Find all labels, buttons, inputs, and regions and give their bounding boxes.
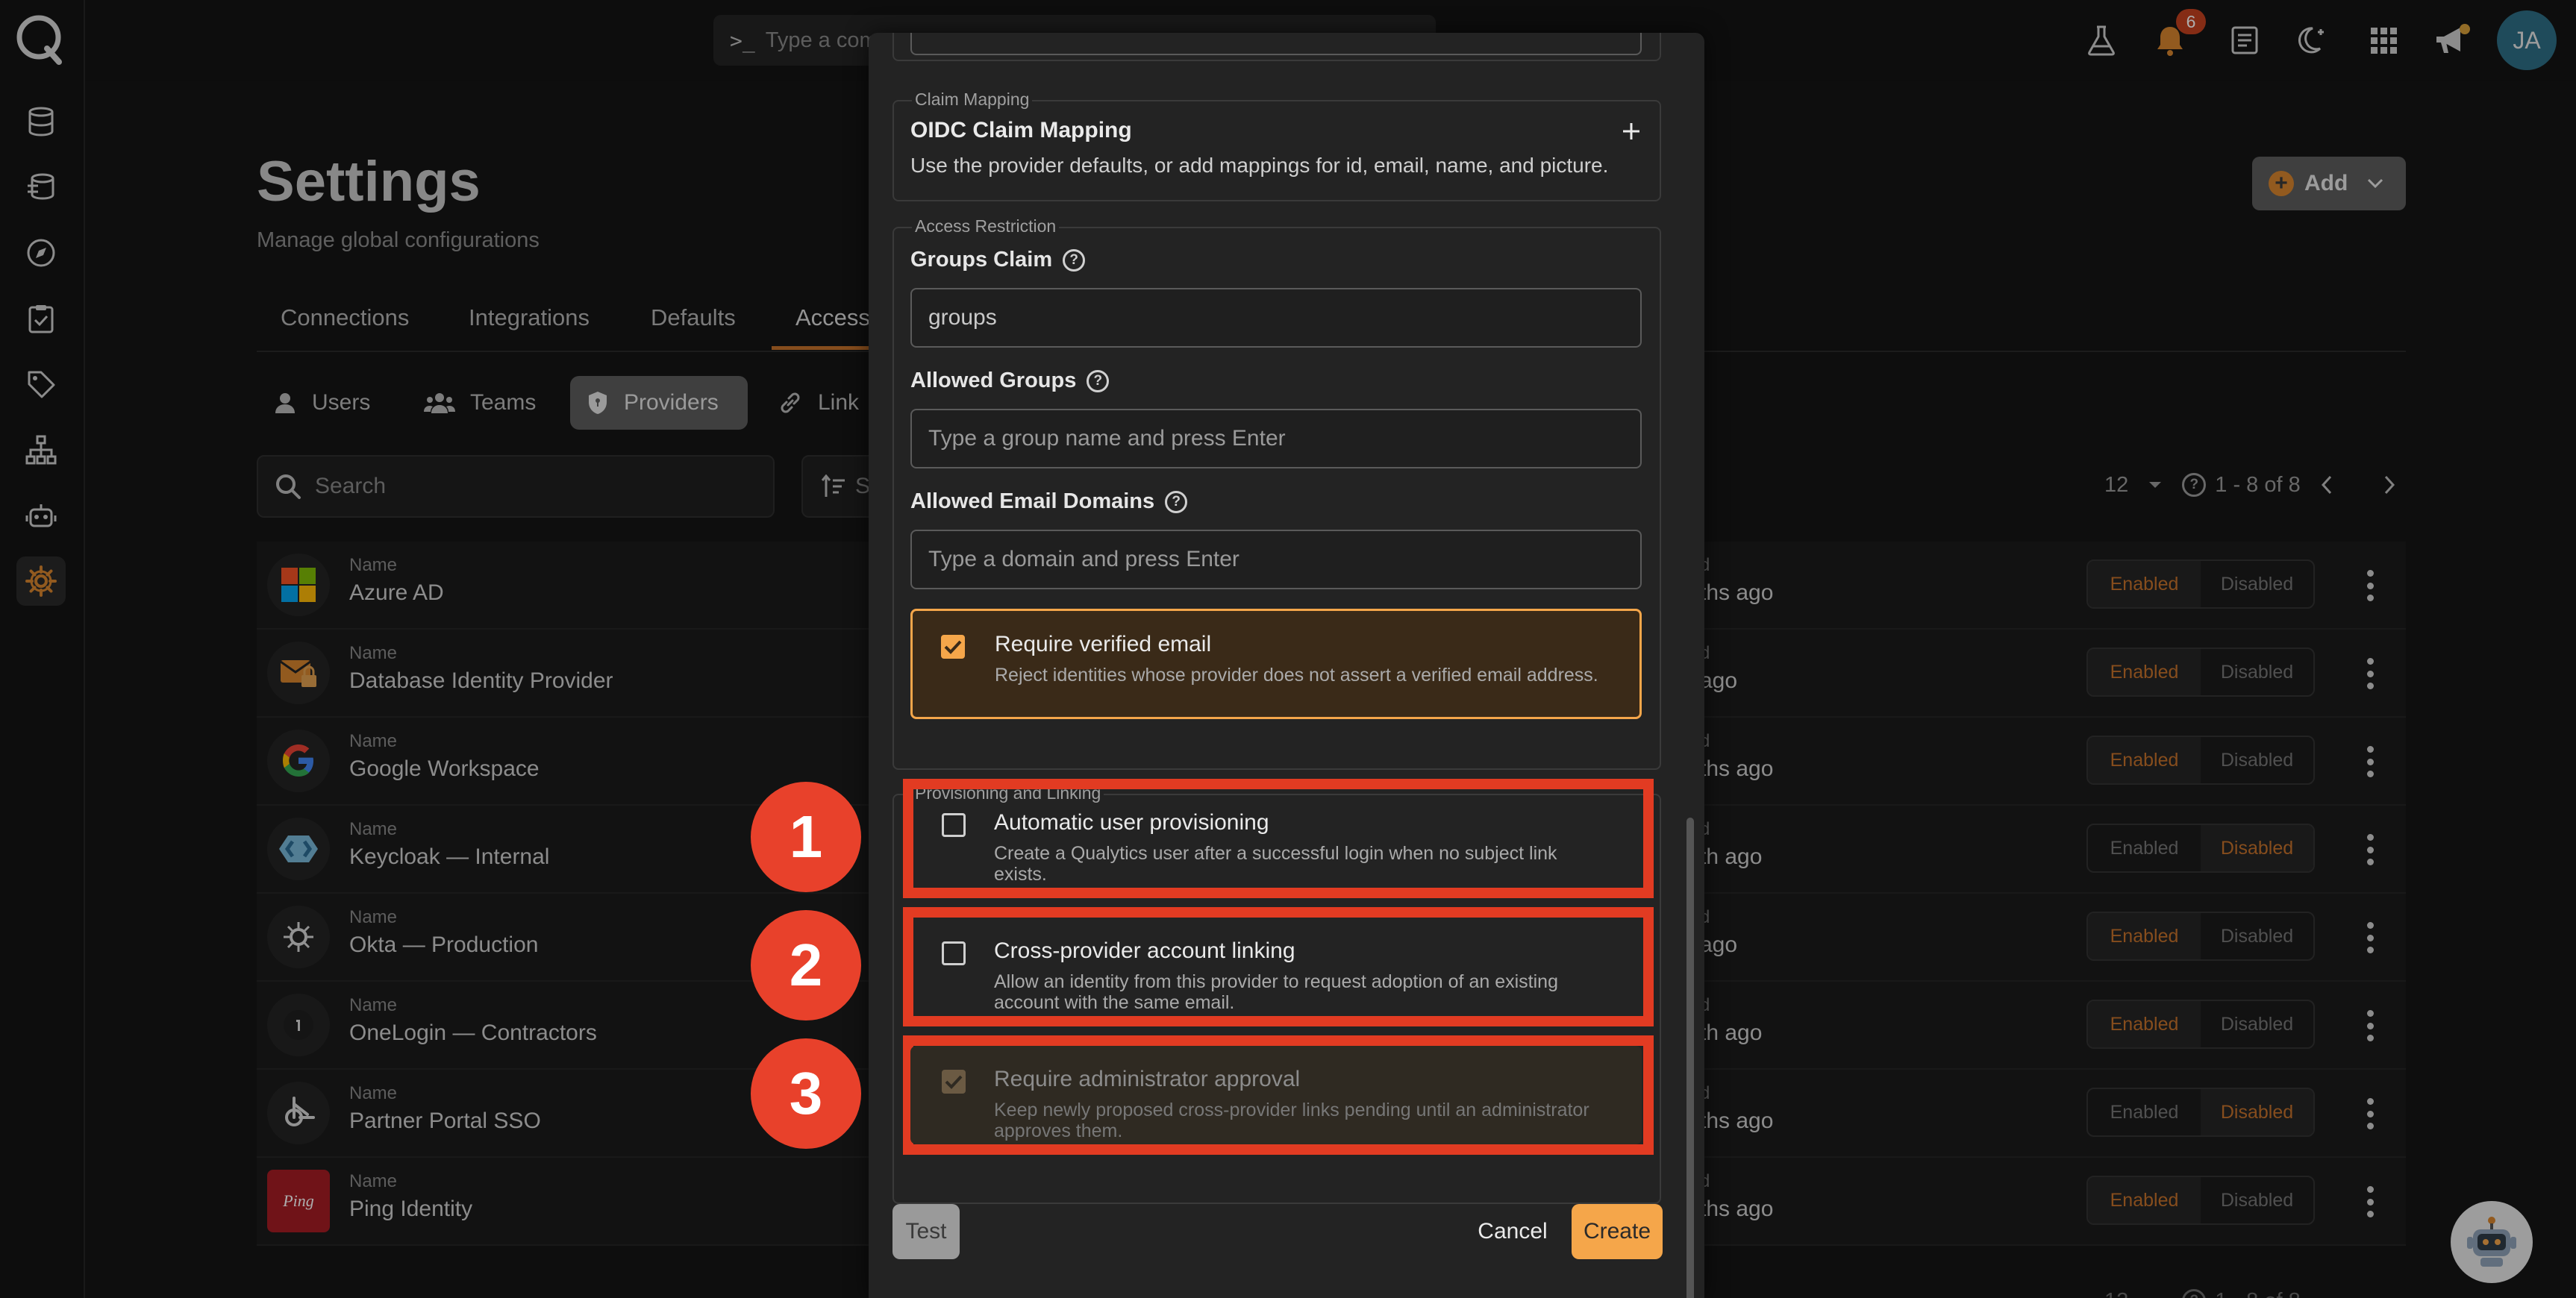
require-verified-email-title: Require verified email <box>995 632 1212 656</box>
plus-icon[interactable] <box>1616 116 1646 146</box>
help-icon[interactable]: ? <box>1087 369 1110 392</box>
require-verified-email-checkbox[interactable] <box>941 635 965 659</box>
require-admin-approval-option: Require administrator approval Keep newl… <box>910 1046 1642 1144</box>
groups-claim-input[interactable]: groups <box>910 288 1642 348</box>
automatic-provisioning-option[interactable]: Automatic user provisioning Create a Qua… <box>910 789 1642 888</box>
allowed-domains-input[interactable]: Type a domain and press Enter <box>910 530 1642 589</box>
access-restriction-legend: Access Restriction <box>912 216 1060 236</box>
step-badge-2: 2 <box>751 910 861 1020</box>
require-verified-email-description: Reject identities whose provider does no… <box>995 665 1598 686</box>
allowed-domains-label: Allowed Email Domains ? <box>910 489 1188 514</box>
claim-mapping-section: Claim Mapping OIDC Claim Mapping Use the… <box>892 90 1661 201</box>
cross-provider-linking-title: Cross-provider account linking <box>994 938 1295 963</box>
groups-claim-value: groups <box>928 305 997 330</box>
check-icon <box>944 640 962 654</box>
allowed-domains-placeholder: Type a domain and press Enter <box>928 547 1239 571</box>
allowed-groups-label-text: Allowed Groups <box>910 369 1077 392</box>
claim-mapping-title: OIDC Claim Mapping <box>910 118 1132 142</box>
automatic-provisioning-title: Automatic user provisioning <box>994 810 1269 835</box>
test-button[interactable]: Test <box>892 1204 960 1259</box>
check-icon <box>945 1075 963 1089</box>
cancel-button[interactable]: Cancel <box>1472 1204 1554 1259</box>
automatic-provisioning-description: Create a Qualytics user after a successf… <box>994 843 1557 885</box>
claim-mapping-legend: Claim Mapping <box>912 90 1033 110</box>
help-icon[interactable]: ? <box>1165 490 1188 513</box>
allowed-groups-label: Allowed Groups ? <box>910 369 1110 393</box>
step-badge-1: 1 <box>751 782 861 892</box>
help-icon[interactable]: ? <box>1063 248 1086 272</box>
allowed-groups-input[interactable]: Type a group name and press Enter <box>910 409 1642 468</box>
claim-mapping-description: Use the provider defaults, or add mappin… <box>910 154 1609 177</box>
require-admin-approval-title: Require administrator approval <box>994 1067 1301 1091</box>
create-provider-dialog: Claim Mapping OIDC Claim Mapping Use the… <box>869 33 1704 1298</box>
require-admin-approval-checkbox <box>942 1070 966 1094</box>
cross-provider-linking-option[interactable]: Cross-provider account linking Allow an … <box>910 918 1642 1016</box>
cross-provider-linking-description: Allow an identity from this provider to … <box>994 971 1558 1013</box>
modal-scrollbar[interactable] <box>1686 818 1694 1298</box>
allowed-groups-placeholder: Type a group name and press Enter <box>928 426 1286 451</box>
issuer-url-field[interactable] <box>910 33 1642 55</box>
step-badge-3: 3 <box>751 1038 861 1149</box>
create-button[interactable]: Create <box>1572 1204 1663 1259</box>
groups-claim-label: Groups Claim ? <box>910 248 1086 272</box>
cross-provider-linking-checkbox[interactable] <box>942 941 966 965</box>
groups-claim-label-text: Groups Claim <box>910 248 1053 272</box>
automatic-provisioning-checkbox[interactable] <box>942 813 966 837</box>
require-admin-approval-description: Keep newly proposed cross-provider links… <box>994 1100 1589 1141</box>
require-verified-email-option[interactable]: Require verified email Reject identities… <box>910 609 1642 719</box>
allowed-domains-label-text: Allowed Email Domains <box>910 489 1155 513</box>
